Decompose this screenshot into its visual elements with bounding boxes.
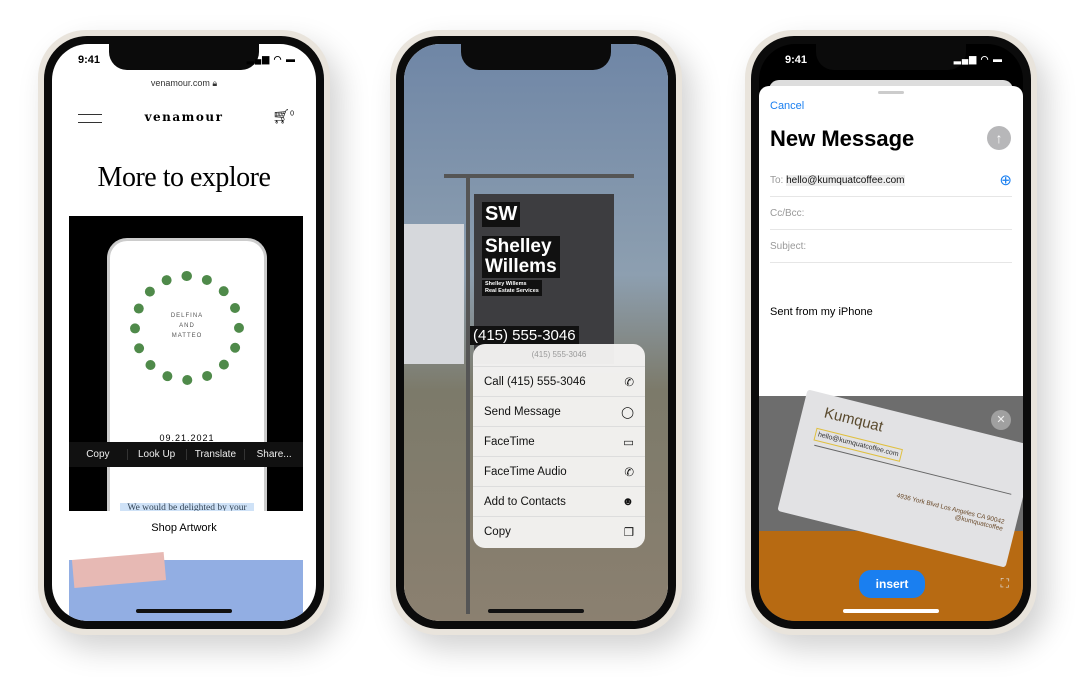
menu-item-copy[interactable]: Copy ❐ bbox=[473, 516, 645, 546]
home-indicator bbox=[136, 609, 232, 613]
phone-mail: 9:41 ▂▄▆ ◠ ▬ Cancel New Message ↑ To: hel… bbox=[745, 30, 1037, 635]
sign-subtext: Shelley Willems bbox=[485, 281, 527, 287]
url-bar[interactable]: venamour.com 🔒︎ bbox=[52, 78, 316, 89]
sign-initials[interactable]: SW bbox=[482, 202, 521, 227]
to-label: To: bbox=[770, 174, 784, 186]
menu-item-send-message[interactable]: Send Message ◯ bbox=[473, 396, 645, 426]
subject-label: Subject: bbox=[770, 240, 807, 252]
menu-translate[interactable]: Translate bbox=[187, 449, 246, 460]
shop-artwork-link[interactable]: Shop Artwork bbox=[52, 522, 316, 534]
safari-screen: 9:41 ▂▄▆ ◠ ▬ venamour.com 🔒︎ venamour 🛒︎0… bbox=[52, 44, 316, 621]
menu-item-facetime-audio[interactable]: FaceTime Audio ✆ bbox=[473, 456, 645, 486]
url-text: venamour.com bbox=[150, 78, 210, 88]
to-value: hello@kumquatcoffee.com bbox=[786, 174, 905, 186]
message-body[interactable]: Sent from my iPhone bbox=[770, 306, 873, 318]
cc-label: Cc/Bcc: bbox=[770, 207, 805, 219]
menu-item-label: FaceTime bbox=[484, 435, 535, 448]
cart-icon[interactable]: 🛒︎0 bbox=[272, 108, 294, 125]
status-icons: ▂▄▆ ◠ ▬ bbox=[246, 54, 296, 64]
menu-item-add-to-contacts[interactable]: Add to Contacts ☻ bbox=[473, 486, 645, 516]
menu-item-label: Call (415) 555-3046 bbox=[484, 375, 586, 388]
phone-safari: 9:41 ▂▄▆ ◠ ▬ venamour.com 🔒︎ venamour 🛒︎0… bbox=[38, 30, 330, 635]
cart-count: 0 bbox=[290, 110, 294, 118]
artwork-name: DELFINA bbox=[170, 313, 204, 319]
data-detector-menu: (415) 555-3046 Call (415) 555-3046 ✆ Send… bbox=[473, 344, 645, 548]
text-edit-menu: Copy Look Up Translate Share... bbox=[69, 442, 303, 467]
phone-icon: ✆ bbox=[624, 376, 634, 389]
artwork-image: DELFINA AND MATTEO 09.21.2021 We would b… bbox=[69, 216, 303, 511]
status-icons: ▂▄▆ ◠ ▬ bbox=[953, 54, 1003, 64]
close-icon[interactable]: ✕ bbox=[991, 410, 1011, 430]
live-text-camera: Kumquat hello@kumquatcoffee.com 4936 Yor… bbox=[759, 389, 1023, 621]
detected-phone-number[interactable]: (415) 555-3046 bbox=[470, 326, 579, 345]
menu-item-label: FaceTime Audio bbox=[484, 465, 567, 478]
sign-name[interactable]: Shelley bbox=[485, 237, 557, 257]
cancel-button[interactable]: Cancel bbox=[770, 100, 804, 112]
to-field[interactable]: To: hello@kumquatcoffee.com ⊕ bbox=[770, 164, 1012, 197]
menu-item-call[interactable]: Call (415) 555-3046 ✆ bbox=[473, 366, 645, 396]
status-time: 9:41 bbox=[78, 54, 101, 66]
phone-icon: ✆ bbox=[624, 466, 634, 479]
cc-bcc-field[interactable]: Cc/Bcc: bbox=[770, 197, 1012, 230]
menu-header: (415) 555-3046 bbox=[531, 350, 587, 359]
page-title: More to explore bbox=[97, 162, 271, 193]
send-button[interactable]: ↑ bbox=[987, 126, 1011, 150]
copy-icon: ❐ bbox=[623, 526, 634, 539]
live-text-icon[interactable]: ⛶ bbox=[1001, 576, 1009, 591]
add-recipient-icon[interactable]: ⊕ bbox=[999, 171, 1012, 189]
home-indicator bbox=[488, 609, 584, 613]
subject-field[interactable]: Subject: bbox=[770, 230, 1012, 263]
sign-subtext: Real Estate Services bbox=[485, 288, 539, 294]
menu-share[interactable]: Share... bbox=[245, 449, 303, 460]
selected-text[interactable]: We would be delighted by your presence a… bbox=[120, 503, 254, 511]
status-time: 9:41 bbox=[785, 54, 808, 66]
lock-icon: 🔒︎ bbox=[212, 78, 218, 88]
grabber[interactable] bbox=[878, 91, 904, 94]
notch bbox=[461, 44, 611, 70]
menu-item-label: Send Message bbox=[484, 405, 561, 418]
add-contact-icon: ☻ bbox=[621, 495, 634, 508]
insert-button[interactable]: insert bbox=[859, 570, 925, 598]
menu-item-label: Add to Contacts bbox=[484, 495, 566, 508]
video-camera-icon: ▭ bbox=[623, 436, 634, 449]
sign-name[interactable]: Willems bbox=[485, 257, 557, 277]
phone-camera: SW Shelley Willems Shelley Willems Real … bbox=[390, 30, 682, 635]
menu-copy[interactable]: Copy bbox=[69, 449, 128, 460]
mail-screen: 9:41 ▂▄▆ ◠ ▬ Cancel New Message ↑ To: hel… bbox=[759, 44, 1023, 621]
menu-item-facetime[interactable]: FaceTime ▭ bbox=[473, 426, 645, 456]
menu-look-up[interactable]: Look Up bbox=[128, 449, 187, 460]
home-indicator bbox=[843, 609, 939, 613]
menu-item-label: Copy bbox=[484, 525, 511, 538]
compose-title: New Message bbox=[770, 126, 915, 151]
artwork-name: AND bbox=[179, 323, 195, 329]
camera-screen: SW Shelley Willems Shelley Willems Real … bbox=[404, 44, 668, 621]
compose-sheet: Cancel New Message ↑ To: hello@kumquatco… bbox=[759, 86, 1023, 396]
artwork-name: MATTEO bbox=[171, 333, 203, 339]
message-bubble-icon: ◯ bbox=[621, 406, 634, 419]
